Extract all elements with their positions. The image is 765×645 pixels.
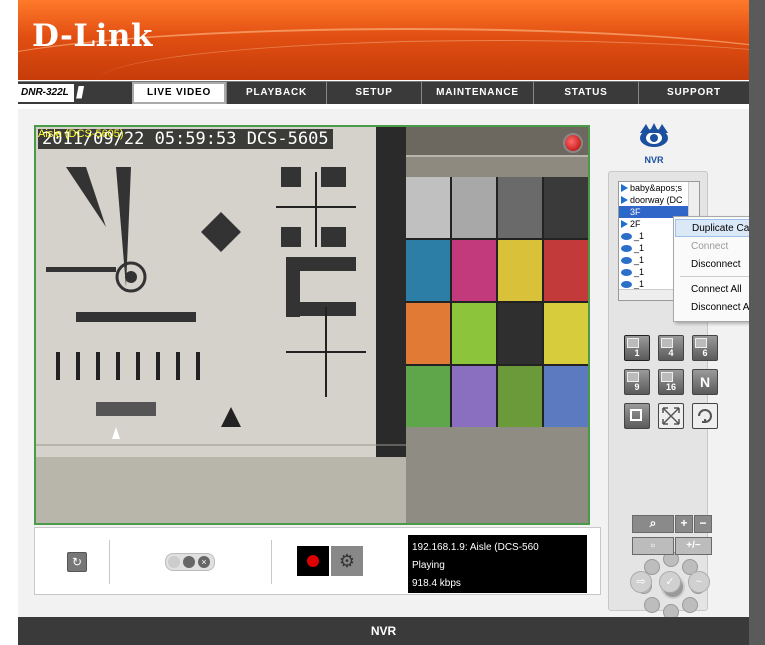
header-banner: D-Link — [18, 0, 749, 80]
recording-indicator-icon — [563, 133, 583, 153]
main-nav: DNR-322L /// LIVE VIDEO PLAYBACK SETUP M… — [18, 81, 749, 104]
svg-text:NVR: NVR — [644, 155, 664, 165]
tab-support[interactable]: SUPPORT — [638, 82, 749, 104]
camera-eye-icon — [621, 280, 632, 288]
model-slashes: /// — [76, 83, 84, 102]
tab-status[interactable]: STATUS — [533, 82, 638, 104]
play-icon — [621, 208, 628, 216]
app-frame: D-Link DNR-322L /// LIVE VIDEO PLAYBACK … — [18, 0, 765, 645]
dlink-logo: D-Link — [32, 18, 153, 54]
play-icon[interactable] — [168, 556, 180, 568]
stream-source: 192.168.1.9: Aisle (DCS-560 — [412, 542, 539, 553]
focus-icon[interactable]: ▫ — [632, 537, 674, 555]
record-button[interactable] — [297, 546, 329, 576]
footer-bar: NVR — [18, 617, 749, 645]
stream-bitrate: 918.4 kbps — [412, 578, 461, 589]
focus-adjust-button[interactable]: +/− — [675, 537, 712, 555]
fullscreen-icon[interactable] — [658, 403, 684, 429]
window-scrollbar[interactable] — [749, 0, 765, 645]
layout-4-button[interactable]: 4 — [658, 335, 684, 361]
list-item[interactable]: doorway (DC — [619, 194, 699, 206]
rotate-icon[interactable] — [692, 403, 718, 429]
live-video-area: 2011/09/22 05:59:53 DCS-5605 Aisle (DCS-… — [18, 109, 765, 620]
close-icon[interactable]: × — [198, 556, 210, 568]
model-label: DNR-322L — [18, 84, 74, 102]
record-icon — [307, 555, 319, 567]
layout-n-button[interactable]: N — [692, 369, 718, 395]
zoom-in-button[interactable]: + — [675, 515, 693, 533]
camera-eye-icon — [621, 268, 632, 276]
camera-eye-icon — [621, 244, 632, 252]
video-camera-title: Aisle (DCS-5605) — [38, 128, 124, 140]
playback-controls: × — [165, 553, 215, 571]
zoom-out-button[interactable]: − — [694, 515, 712, 533]
tab-maintenance[interactable]: MAINTENANCE — [421, 82, 533, 104]
camera-eye-icon — [621, 256, 632, 264]
video-feed[interactable]: 2011/09/22 05:59:53 DCS-5605 Aisle (DCS-… — [34, 125, 590, 525]
refresh-icon[interactable]: ↻ — [67, 552, 87, 572]
snapshot-icon[interactable] — [624, 403, 650, 429]
play-icon — [621, 220, 628, 228]
resolution-chart-drawing — [36, 127, 406, 523]
desk-surface — [406, 427, 588, 523]
tab-setup[interactable]: SETUP — [326, 82, 421, 104]
tab-playback[interactable]: PLAYBACK — [226, 82, 326, 104]
play-icon — [621, 184, 628, 192]
camera-eye-icon — [621, 232, 632, 240]
stream-status-box: 192.168.1.9: Aisle (DCS-560 Playing 918.… — [408, 535, 587, 593]
list-item[interactable]: baby&apos;s — [619, 182, 699, 194]
stream-state: Playing — [412, 560, 445, 571]
play-icon — [621, 196, 628, 204]
bottom-toolbar: ↻ × ⚙ 192.168.1.9: Aisle (DCS-560 Playin… — [34, 527, 601, 595]
layout-6-button[interactable]: 6 — [692, 335, 718, 361]
auto-pan-icon[interactable]: ~ — [688, 571, 710, 593]
ptz-down-right-button[interactable] — [682, 597, 698, 613]
settings-gear-icon[interactable]: ⚙ — [331, 546, 363, 576]
goto-icon[interactable]: ⇨ — [630, 571, 652, 593]
layout-9-button[interactable]: 9 — [624, 369, 650, 395]
layout-16-button[interactable]: 16 — [658, 369, 684, 395]
color-checker — [406, 177, 588, 427]
binoculars-icon[interactable]: ⌕ — [632, 515, 674, 533]
ptz-down-left-button[interactable] — [644, 597, 660, 613]
stop-icon[interactable] — [183, 556, 195, 568]
tab-live-video[interactable]: LIVE VIDEO — [132, 82, 226, 104]
layout-1-button[interactable]: 1 — [624, 335, 650, 361]
video-scene-chart — [36, 127, 406, 523]
nvr-eye-logo-icon: NVR — [640, 123, 668, 165]
patrol-icon[interactable]: ✓ — [659, 571, 681, 593]
